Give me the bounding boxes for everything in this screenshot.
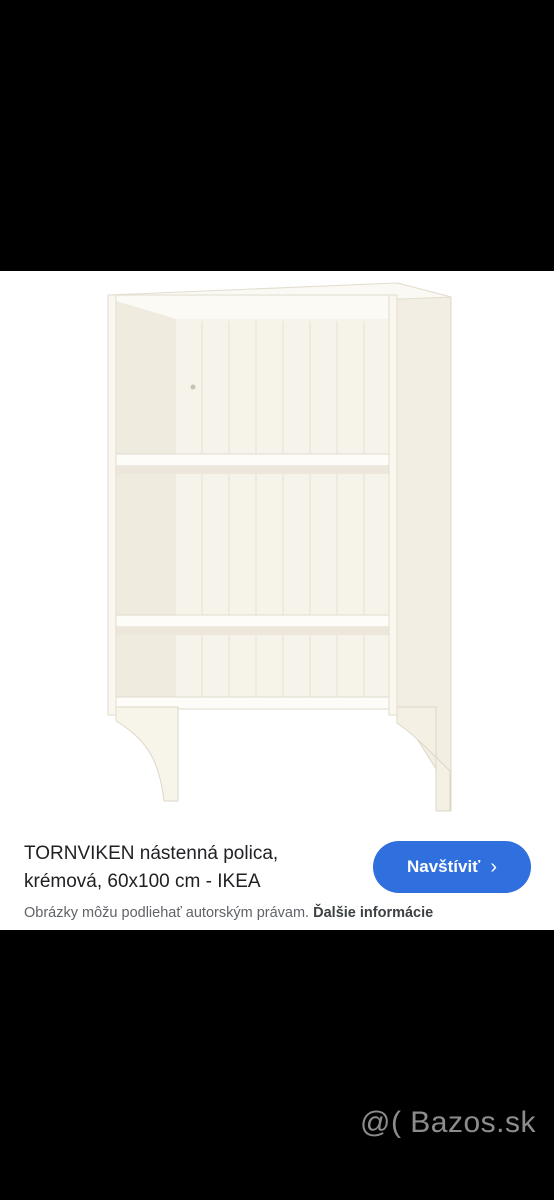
image-result-card: TORNVIKEN nástenná polica, krémová, 60x1… xyxy=(0,271,554,930)
top-backdrop xyxy=(0,0,554,271)
copyright-notice: Obrázky môžu podliehať autorským právam.… xyxy=(24,905,433,921)
product-image[interactable] xyxy=(0,271,554,820)
visit-button-label: Navštíviť xyxy=(406,857,481,876)
chevron-right-icon: › xyxy=(490,856,498,878)
bottom-backdrop xyxy=(0,930,554,1200)
more-info-link[interactable]: Ďalšie informácie xyxy=(313,905,433,921)
visit-button[interactable]: Navštíviť › xyxy=(373,841,531,893)
copyright-text: Obrázky môžu podliehať autorským právam. xyxy=(24,905,310,921)
bazos-watermark: @( Bazos.sk xyxy=(360,1106,536,1139)
result-title[interactable]: TORNVIKEN nástenná polica, krémová, 60x1… xyxy=(24,840,354,896)
